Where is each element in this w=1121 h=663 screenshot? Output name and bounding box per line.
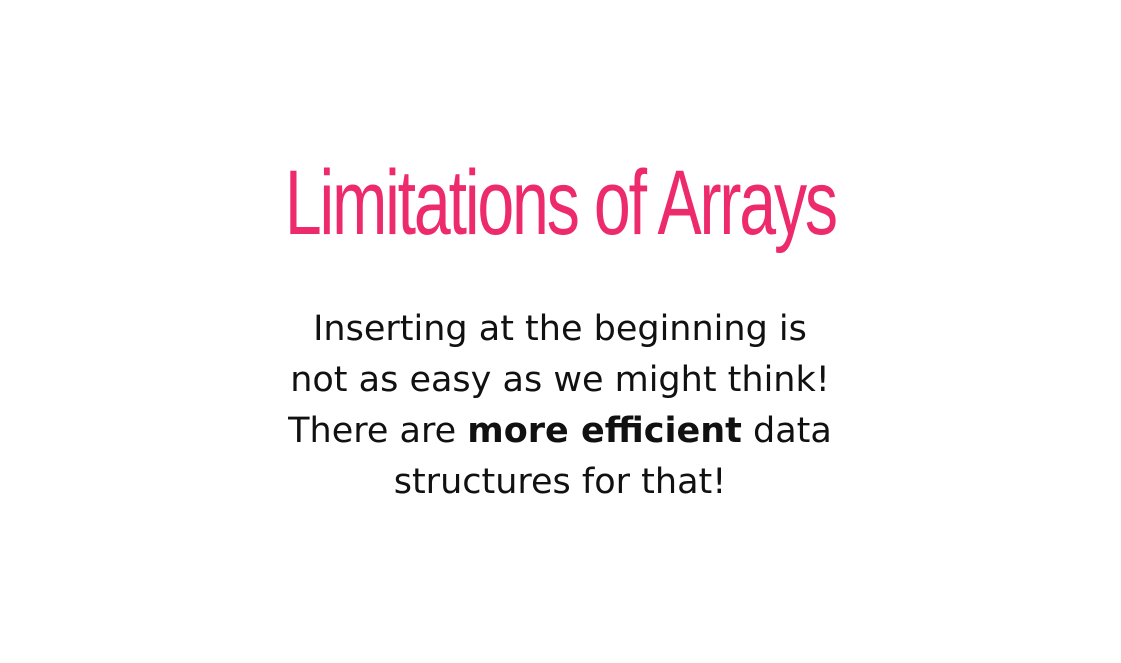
- body-line-3-suffix: data: [741, 411, 832, 451]
- body-line-3: There are more efficient data: [160, 406, 960, 457]
- body-line-1: Inserting at the beginning is: [313, 309, 807, 349]
- body-line-3-prefix: There are: [288, 411, 468, 451]
- slide-title: Limitations of Arrays: [284, 152, 838, 254]
- body-line-2: not as easy as we might think!: [290, 360, 830, 400]
- slide: Limitations of Arrays Inserting at the b…: [0, 0, 1121, 663]
- emphasis-text: more efficient: [467, 411, 742, 451]
- slide-body-text: Inserting at the beginning is not as eas…: [160, 304, 960, 508]
- body-line-4: structures for that!: [393, 462, 727, 502]
